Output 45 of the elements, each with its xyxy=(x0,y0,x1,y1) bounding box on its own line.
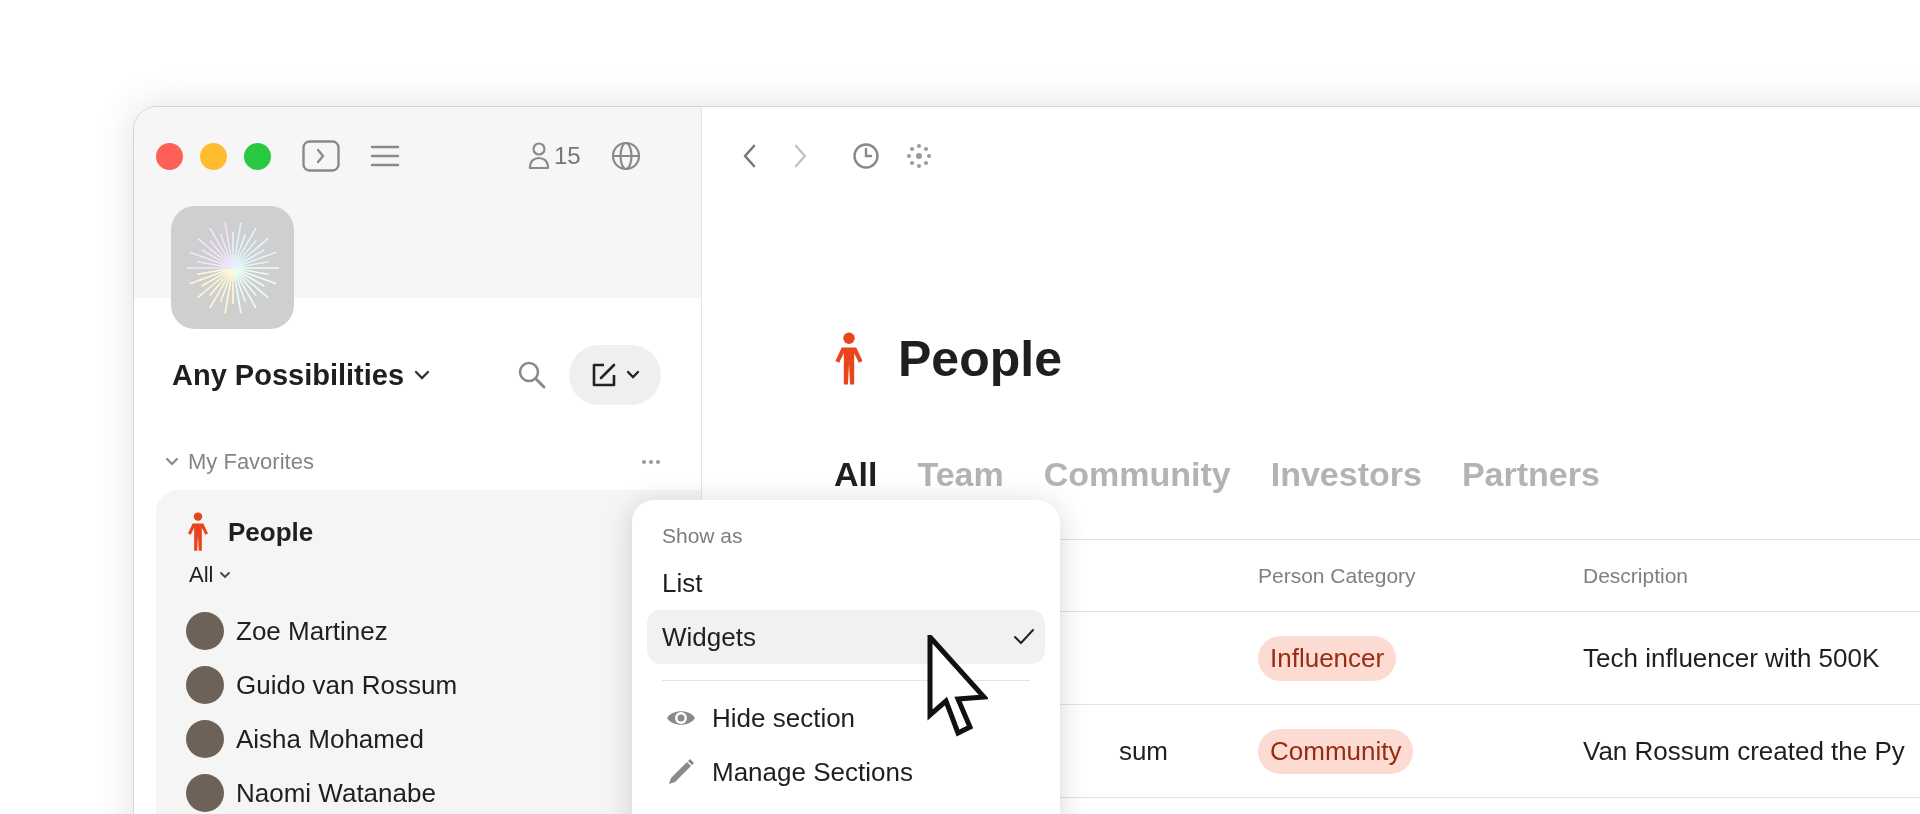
person-icon[interactable] xyxy=(528,142,550,170)
globe-icon[interactable] xyxy=(610,141,641,171)
search-icon[interactable] xyxy=(517,360,547,390)
person-name[interactable]: Aisha Mohamed xyxy=(236,723,424,755)
category-tag: Community xyxy=(1258,728,1414,774)
filter-dropdown[interactable]: All xyxy=(189,558,232,592)
menu-heading: Show as xyxy=(661,526,744,546)
person-name[interactable]: Naomi Watanabe xyxy=(236,777,436,809)
pencil-icon xyxy=(666,757,696,787)
menu-option[interactable]: List xyxy=(647,556,1045,610)
section-title[interactable]: My Favorites xyxy=(188,449,641,475)
ellipsis-icon[interactable] xyxy=(641,459,661,465)
tab[interactable]: All xyxy=(834,454,878,494)
person-figure-icon xyxy=(834,332,864,386)
menu-icon[interactable] xyxy=(370,144,400,168)
workspace-name[interactable]: Any Possibilities xyxy=(172,358,405,392)
chevron-down-icon[interactable] xyxy=(414,370,431,380)
clock-icon[interactable] xyxy=(852,142,880,170)
dots-icon[interactable] xyxy=(906,143,932,169)
compose-icon xyxy=(590,361,618,389)
menu-item[interactable]: Manage Sections xyxy=(647,745,1045,799)
member-count: 15 xyxy=(554,142,581,170)
avatar-placeholder xyxy=(186,666,224,704)
table-cell-text: Van Rossum created the Py xyxy=(1583,735,1906,767)
close-button[interactable] xyxy=(156,142,183,170)
sidebar-toggle-icon[interactable] xyxy=(302,140,340,172)
category-tag: Influencer xyxy=(1258,635,1397,681)
avatar-placeholder xyxy=(186,720,224,758)
avatar-placeholder xyxy=(186,774,224,812)
page-title: People xyxy=(898,330,1062,388)
avatar-placeholder xyxy=(186,612,224,650)
zoom-button[interactable] xyxy=(244,142,271,170)
person-name[interactable]: Guido van Rossum xyxy=(236,669,458,701)
person-figure-icon xyxy=(186,512,210,552)
checkmark-icon xyxy=(1013,628,1035,646)
menu-option[interactable]: Widgets xyxy=(647,610,1045,664)
pointer-cursor-icon xyxy=(926,635,988,739)
column-header[interactable]: Description xyxy=(1583,563,1920,588)
chevron-down-icon xyxy=(219,571,232,579)
table-cell-text: Tech influencer with 500K xyxy=(1583,642,1881,674)
favorite-title[interactable]: People xyxy=(228,516,314,548)
column-header[interactable]: Person Category xyxy=(1258,563,1583,588)
table-cell: sum xyxy=(1118,735,1168,767)
person-name[interactable]: Zoe Martinez xyxy=(236,615,388,647)
chevron-down-icon xyxy=(626,370,640,380)
